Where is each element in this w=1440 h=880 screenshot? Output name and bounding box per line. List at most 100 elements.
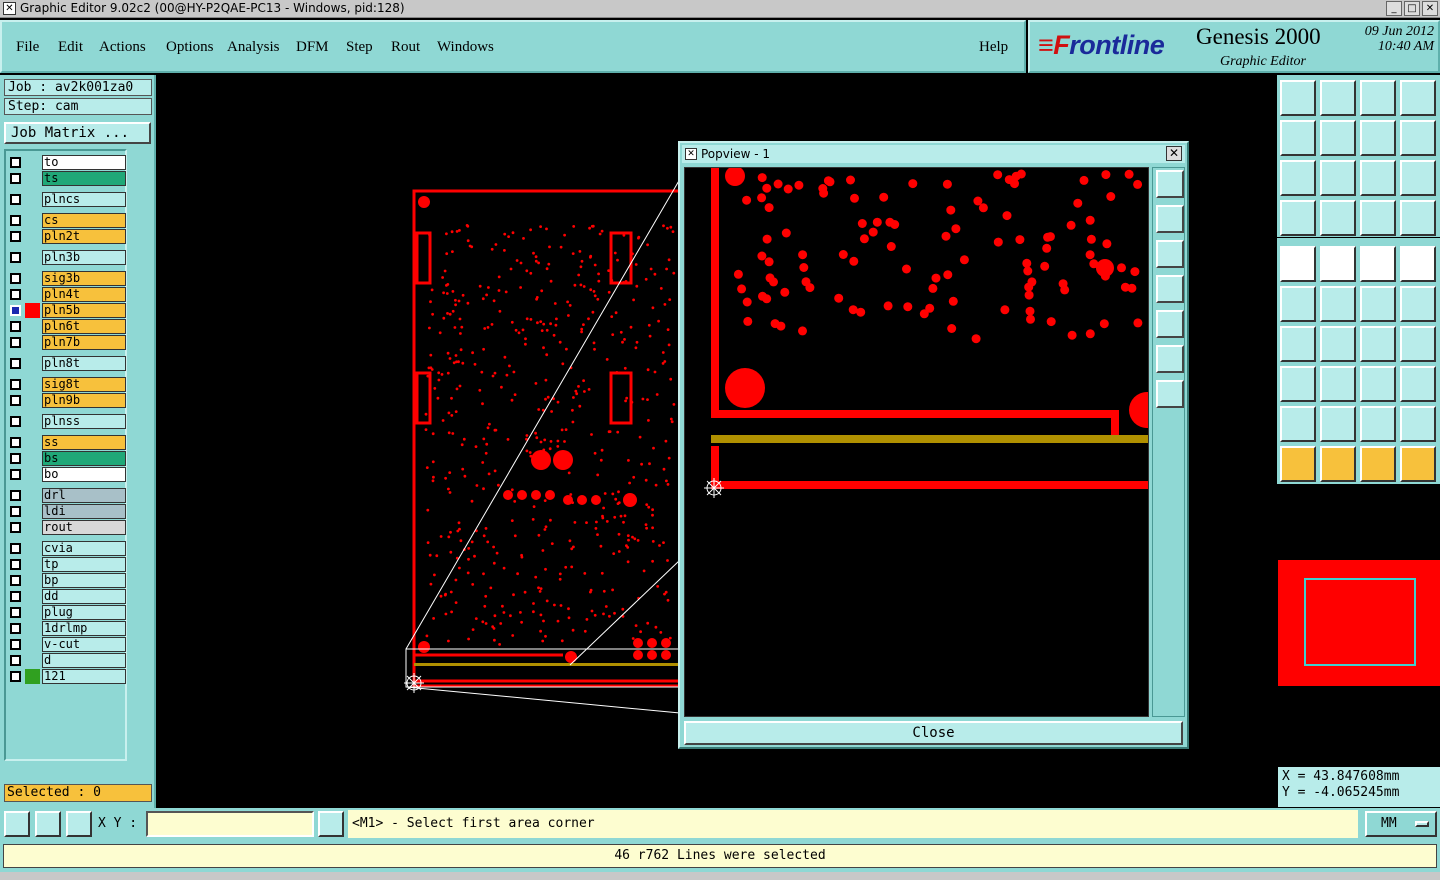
popview-close-icon[interactable]: ✕ [1166,146,1182,161]
layer-row-pln8t[interactable]: pln8t [8,356,126,371]
menu-rout[interactable]: Rout [391,39,420,56]
reset-view-icon[interactable] [1360,80,1396,116]
layer-row-bo[interactable]: bo [8,467,126,482]
layer-name[interactable]: pln4t [42,287,126,302]
arc-icon[interactable] [1360,326,1396,362]
scale-1-2-icon[interactable] [1360,160,1396,196]
layer-name[interactable]: to [42,155,126,170]
triangle-icon[interactable] [1280,406,1316,442]
layer-row-ss[interactable]: ss [8,435,126,450]
layer-row-ldi[interactable]: ldi [8,504,126,519]
layer-row-pln7b[interactable]: pln7b [8,335,126,350]
net-compare-icon[interactable] [1400,200,1436,236]
layer-name[interactable]: bs [42,451,126,466]
layer-row-plug[interactable]: plug [8,605,126,620]
line-mid-icon[interactable] [1320,366,1356,402]
layer-row-bs[interactable]: bs [8,451,126,466]
resize-icon[interactable] [1360,366,1396,402]
layer-color-swatch[interactable] [25,319,40,334]
layer-checkbox[interactable] [10,469,21,480]
layer-color-swatch[interactable] [25,605,40,620]
layer-checkbox[interactable] [10,173,21,184]
delete-icon[interactable] [1320,286,1356,322]
popview-canvas[interactable] [684,167,1149,717]
home-icon[interactable] [1280,80,1316,116]
menu-step[interactable]: Step [346,39,373,56]
units-select[interactable]: MM [1365,811,1437,837]
zoom-up-icon[interactable] [1320,80,1356,116]
layer-color-swatch[interactable] [25,229,40,244]
grid-icon[interactable] [66,811,92,837]
zoom-center-icon[interactable] [1320,160,1356,196]
layer-name[interactable]: sig8t [42,377,126,392]
layer-name[interactable]: pln2t [42,229,126,244]
layer-row-drl[interactable]: drl [8,488,126,503]
layer-checkbox[interactable] [10,252,21,263]
layer-row-pln4t[interactable]: pln4t [8,287,126,302]
info-icon[interactable] [318,811,344,837]
layer-row-ts[interactable]: ts [8,171,126,186]
layer-name[interactable]: rout [42,520,126,535]
layer-color-swatch[interactable] [25,356,40,371]
layer-name[interactable]: 1drlmp [42,621,126,636]
pointer-select-icon[interactable] [1320,446,1356,482]
layer-name[interactable]: ss [42,435,126,450]
layer-row-to[interactable]: to [8,155,126,170]
layer-name[interactable]: d [42,653,126,668]
layer-color-swatch[interactable] [25,250,40,265]
menu-actions[interactable]: Actions [99,39,146,56]
layer-color-swatch[interactable] [25,573,40,588]
layer-checkbox[interactable] [10,337,21,348]
layer-name[interactable]: plug [42,605,126,620]
layer-color-swatch[interactable] [25,377,40,392]
text-c-icon[interactable] [1400,406,1436,442]
menu-analysis[interactable]: Analysis [227,39,280,56]
layer-color-swatch[interactable] [25,653,40,668]
menu-help[interactable]: Help [979,39,1008,56]
overview-map[interactable] [1278,560,1440,686]
layer-color-swatch[interactable] [25,414,40,429]
layer-name[interactable]: ts [42,171,126,186]
pointer-move-icon[interactable] [1360,446,1396,482]
layer-name[interactable]: pln7b [42,335,126,350]
angle-icon[interactable] [1280,326,1316,362]
layer-color-swatch[interactable] [25,520,40,535]
layer-color-swatch[interactable] [25,155,40,170]
layer-checkbox[interactable] [10,321,21,332]
layer-checkbox[interactable] [10,591,21,602]
layer-checkbox[interactable] [10,194,21,205]
layer-checkbox[interactable] [10,506,21,517]
layer-row-cs[interactable]: cs [8,213,126,228]
layer-checkbox[interactable] [10,607,21,618]
layer-name[interactable]: dd [42,589,126,604]
layer-name[interactable]: pln6t [42,319,126,334]
pad-icon[interactable] [1400,246,1436,282]
layer-name[interactable]: plncs [42,192,126,207]
layer-row-pln5b[interactable]: pln5b [8,303,126,318]
menu-dfm[interactable]: DFM [296,39,329,56]
layer-row-pln9b[interactable]: pln9b [8,393,126,408]
layer-name[interactable]: bp [42,573,126,588]
layer-name[interactable]: ldi [42,504,126,519]
layer-color-swatch[interactable] [25,589,40,604]
layer-color-swatch[interactable] [25,287,40,302]
snap-icon[interactable] [1400,120,1436,156]
popview-pan-left-icon[interactable] [1156,275,1184,303]
layer-color-swatch[interactable] [25,393,40,408]
layer-row-rout[interactable]: rout [8,520,126,535]
layer-checkbox[interactable] [10,575,21,586]
menu-windows[interactable]: Windows [437,39,494,56]
ruler-icon[interactable] [1360,246,1396,282]
layer-checkbox[interactable] [10,490,21,501]
layer-name[interactable]: cs [42,213,126,228]
layer-name[interactable]: v-cut [42,637,126,652]
layer-name[interactable]: pln3b [42,250,126,265]
layer-color-swatch[interactable] [25,467,40,482]
layer-checkbox[interactable] [10,559,21,570]
layer-color-swatch[interactable] [25,557,40,572]
copy-icon[interactable] [1400,286,1436,322]
popview-zoom-in-icon[interactable] [1156,345,1184,373]
popview-pan-right-icon[interactable] [1156,310,1184,338]
route-icon[interactable] [1400,446,1436,482]
pointer-icon[interactable] [1280,446,1316,482]
